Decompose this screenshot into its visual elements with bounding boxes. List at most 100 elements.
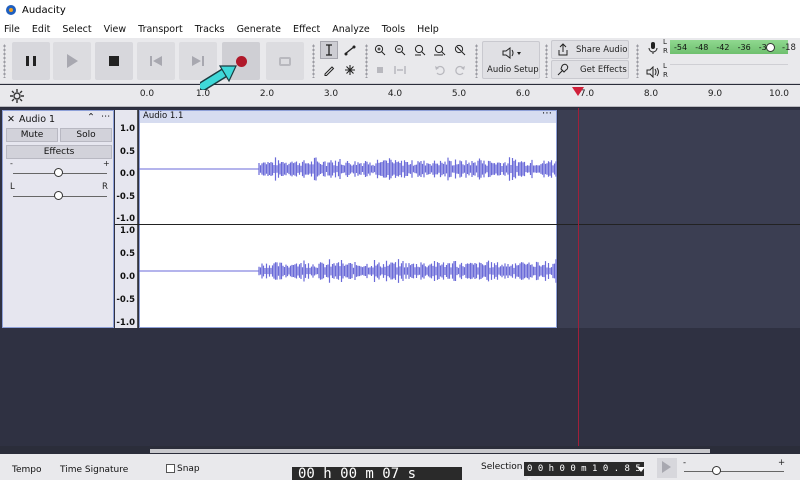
pencil-icon bbox=[324, 66, 335, 76]
ruler-tick-label: 2.0 bbox=[259, 89, 275, 99]
fit-project-button[interactable] bbox=[431, 41, 449, 59]
snap-checkbox[interactable] bbox=[166, 464, 175, 473]
redo-button[interactable] bbox=[451, 61, 469, 79]
menu-effect[interactable]: Effect bbox=[287, 24, 326, 35]
envelope-tool-button[interactable] bbox=[341, 41, 359, 59]
pause-button[interactable] bbox=[12, 42, 50, 80]
play-at-speed-button[interactable] bbox=[657, 458, 677, 478]
trim-audio-button[interactable] bbox=[371, 61, 389, 79]
recording-level-thumb[interactable] bbox=[766, 43, 775, 52]
gain-slider-thumb[interactable] bbox=[54, 168, 63, 177]
ruler-tick-label: 0.0 bbox=[139, 89, 155, 99]
menu-select[interactable]: Select bbox=[56, 24, 97, 35]
scale-label: 0.5 bbox=[119, 147, 135, 157]
ruler-tick-label: 3.0 bbox=[323, 89, 339, 99]
scale-label: 0.0 bbox=[119, 169, 135, 179]
multi-tool-button[interactable] bbox=[341, 61, 359, 79]
clip-menu-icon[interactable]: ⋯ bbox=[542, 108, 552, 119]
play-button[interactable] bbox=[53, 42, 91, 80]
scale-label: 0.0 bbox=[119, 272, 135, 282]
annotation-arrow-icon bbox=[200, 65, 237, 90]
toolbar-grip[interactable] bbox=[475, 44, 478, 78]
zoom-out-button[interactable] bbox=[391, 41, 409, 59]
menu-transport[interactable]: Transport bbox=[132, 24, 189, 35]
effects-button[interactable]: Effects bbox=[6, 145, 112, 159]
solo-button[interactable]: Solo bbox=[60, 128, 112, 142]
meter-left-label: L bbox=[663, 62, 667, 70]
share-audio-button[interactable]: Share Audio bbox=[551, 40, 629, 59]
window-title: Audacity bbox=[22, 4, 66, 16]
scale-label: 0.5 bbox=[119, 249, 135, 259]
menu-file[interactable]: File bbox=[0, 24, 26, 35]
selection-tool-button[interactable] bbox=[320, 41, 338, 59]
gear-icon[interactable] bbox=[10, 89, 24, 103]
toolbar: Audio Setup Share Audio Get Effects L R … bbox=[0, 38, 800, 84]
tempo-label[interactable]: Tempo bbox=[12, 465, 42, 475]
menu-analyze[interactable]: Analyze bbox=[326, 24, 375, 35]
toolbar-grip[interactable] bbox=[3, 44, 6, 78]
fit-selection-button[interactable] bbox=[411, 41, 429, 59]
meter-tick: -18 bbox=[782, 43, 796, 53]
meter-left-label: L bbox=[663, 38, 667, 46]
loop-button[interactable] bbox=[266, 42, 304, 80]
empty-track-region[interactable] bbox=[558, 110, 800, 328]
speed-slider-thumb[interactable] bbox=[712, 466, 721, 475]
audacity-window: Audacity File Edit Select View Transport… bbox=[0, 0, 800, 480]
time-display[interactable]: 00 h 00 m 07 s bbox=[292, 467, 462, 480]
waveform[interactable] bbox=[139, 122, 557, 328]
snap-toggle[interactable]: Snap bbox=[166, 464, 200, 474]
waveform-channel bbox=[258, 157, 557, 181]
selection-start-field[interactable]: 0 0 h 0 0 m 1 0 . 8 5 5 s bbox=[524, 462, 644, 480]
scale-label: 1.0 bbox=[119, 124, 135, 134]
plugin-icon bbox=[557, 63, 569, 76]
menu-generate[interactable]: Generate bbox=[231, 24, 287, 35]
playback-meter[interactable] bbox=[670, 64, 788, 78]
track-area[interactable]: ✕ Audio 1 ⌃ ⋯ Mute Solo Effects - + L R … bbox=[0, 108, 800, 446]
ruler-tick-label: 1.0 bbox=[195, 89, 211, 99]
meter-right-label: R bbox=[663, 47, 668, 55]
menu-help[interactable]: Help bbox=[411, 24, 445, 35]
zoom-toggle-button[interactable] bbox=[451, 41, 469, 59]
timeline-ruler[interactable]: 0.0 1.0 2.0 3.0 4.0 5.0 6.0 7.0 8.0 9.0 … bbox=[0, 85, 800, 107]
microphone-icon[interactable] bbox=[647, 41, 659, 55]
playhead-marker[interactable] bbox=[572, 87, 584, 96]
pan-slider-thumb[interactable] bbox=[54, 191, 63, 200]
track-name[interactable]: Audio 1 bbox=[19, 114, 55, 125]
clip-name[interactable]: Audio 1.1 bbox=[143, 111, 183, 121]
get-effects-button[interactable]: Get Effects bbox=[551, 60, 629, 79]
toolbar-grip[interactable] bbox=[312, 44, 315, 78]
zoom-in-button[interactable] bbox=[371, 41, 389, 59]
menu-edit[interactable]: Edit bbox=[26, 24, 56, 35]
fit-selection-icon bbox=[414, 44, 426, 56]
silence-icon bbox=[394, 66, 406, 74]
stop-button[interactable] bbox=[95, 42, 133, 80]
dropdown-caret-icon[interactable] bbox=[636, 464, 646, 474]
get-effects-label: Get Effects bbox=[580, 65, 627, 75]
menu-view[interactable]: View bbox=[98, 24, 133, 35]
toolbar-grip[interactable] bbox=[545, 44, 548, 78]
share-icon bbox=[558, 43, 568, 56]
skip-to-start-button[interactable] bbox=[137, 42, 175, 80]
horizontal-scrollbar[interactable] bbox=[150, 449, 710, 453]
scale-label: -1.0 bbox=[116, 214, 135, 224]
title-bar: Audacity bbox=[0, 0, 800, 20]
track-menu-icon[interactable]: ⋯ bbox=[101, 111, 111, 122]
playback-speaker-icon[interactable] bbox=[646, 66, 660, 78]
pause-icon bbox=[26, 56, 36, 66]
speed-plus-label: + bbox=[778, 458, 786, 468]
toolbar-grip[interactable] bbox=[365, 44, 368, 78]
loop-icon bbox=[279, 56, 291, 66]
toolbar-grip[interactable] bbox=[636, 44, 639, 78]
collapse-icon[interactable]: ⌃ bbox=[87, 112, 95, 123]
close-track-icon[interactable]: ✕ bbox=[7, 114, 15, 125]
menu-tools[interactable]: Tools bbox=[376, 24, 411, 35]
draw-tool-button[interactable] bbox=[320, 61, 338, 79]
undo-button[interactable] bbox=[431, 61, 449, 79]
pan-right-label: R bbox=[102, 182, 108, 192]
silence-audio-button[interactable] bbox=[391, 61, 409, 79]
mute-button[interactable]: Mute bbox=[6, 128, 58, 142]
time-signature-label[interactable]: Time Signature bbox=[60, 465, 128, 475]
audio-setup-button[interactable]: Audio Setup bbox=[482, 41, 540, 79]
envelope-icon bbox=[344, 45, 356, 56]
menu-tracks[interactable]: Tracks bbox=[189, 24, 231, 35]
